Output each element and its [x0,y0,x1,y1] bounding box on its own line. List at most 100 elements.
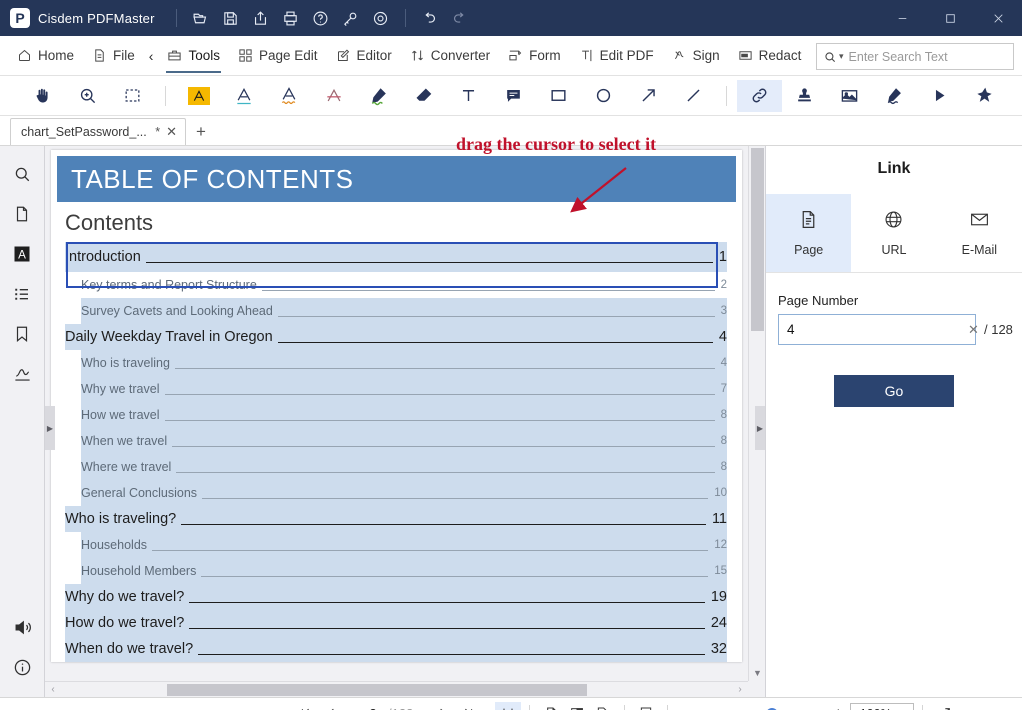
ellipse-shape-icon[interactable] [581,80,626,112]
scrollbar-thumb[interactable] [751,148,764,331]
select-area-icon[interactable] [110,80,155,112]
minimize-button[interactable] [878,0,926,36]
toc-entry[interactable]: General Conclusions 10 [81,480,727,506]
search-panel-icon[interactable] [5,156,39,192]
tab-url[interactable]: URL [851,194,936,272]
speaker-read-aloud-icon[interactable] [6,609,40,645]
underline-text-icon[interactable] [221,80,266,112]
text-panel-icon[interactable]: A [5,236,39,272]
menu-item-edit-pdf[interactable]: Edit PDF [570,36,663,76]
zoom-value-dropdown[interactable]: 100% ⌄ [850,702,915,710]
menu-item-form[interactable]: Form [499,36,570,76]
zoom-tool-icon[interactable] [65,80,110,112]
first-page-icon[interactable] [292,702,318,710]
stamp-icon[interactable] [782,80,827,112]
scrollbar-thumb[interactable] [167,684,587,696]
pdf-page[interactable]: TABLE OF CONTENTS Contents Introduction … [51,150,742,662]
toc-entry[interactable]: How do we travel? 24 [65,610,727,636]
single-page-icon[interactable] [538,702,564,710]
two-page-icon[interactable] [564,702,590,710]
search-dropdown-caret[interactable]: ▾ [839,51,844,62]
menu-item-file[interactable]: File [83,36,144,76]
menu-item-converter[interactable]: Converter [401,36,499,76]
share-icon[interactable] [246,5,276,31]
text-box-icon[interactable] [446,80,491,112]
toc-entry[interactable]: Key terms and Report Structure 2 [81,272,727,298]
search-box[interactable]: ▾ [816,43,1014,70]
outline-panel-icon[interactable] [5,276,39,312]
rectangle-shape-icon[interactable] [536,80,581,112]
zoom-out-button[interactable]: − [684,704,708,710]
key-icon[interactable] [336,5,366,31]
maximize-button[interactable] [926,0,974,36]
right-panel-toggle[interactable]: ▶ [755,406,765,450]
previous-page-icon[interactable] [318,702,344,710]
tab-email[interactable]: E-Mail [937,194,1022,272]
note-comment-icon[interactable] [491,80,536,112]
continuous-scroll-icon[interactable] [495,701,522,710]
toc-entry[interactable]: Introduction 1 [65,242,727,272]
current-page-value[interactable]: 2 [362,706,384,710]
highlight-text-icon[interactable] [176,80,221,112]
help-icon[interactable] [306,5,336,31]
toc-entry[interactable]: When do we travel? 32 [65,636,727,662]
last-page-icon[interactable] [455,702,481,710]
toc-entry[interactable]: How we travel 8 [81,402,727,428]
signature-icon[interactable] [872,80,917,112]
toc-entry[interactable]: Households 12 [81,532,727,558]
undo-icon[interactable] [415,5,445,31]
image-icon[interactable] [827,80,872,112]
toc-entry[interactable]: Why we travel 7 [81,376,727,402]
go-button[interactable]: Go [834,375,954,407]
close-tab-icon[interactable]: ✕ [164,124,179,140]
open-folder-icon[interactable] [186,5,216,31]
zoom-in-button[interactable]: + [826,704,850,710]
book-view-icon[interactable] [590,702,616,710]
toc-entry[interactable]: Survey Cavets and Looking Ahead 3 [81,298,727,324]
toc-entry[interactable]: Who is traveling 4 [81,350,727,376]
menu-item-tools[interactable]: Tools [158,36,229,76]
save-icon[interactable] [216,5,246,31]
redo-icon[interactable] [445,5,475,31]
menu-item-page-edit[interactable]: Page Edit [229,36,327,76]
arrow-shape-icon[interactable] [626,80,671,112]
toc-entry[interactable]: When we travel 8 [81,428,727,454]
document-tab[interactable]: chart_SetPassword_... * ✕ [10,118,186,145]
next-page-icon[interactable] [429,702,455,710]
menu-item-sign[interactable]: Sign [663,36,729,76]
pencil-icon[interactable] [356,80,401,112]
thumbnail-panel-icon[interactable] [5,196,39,232]
print-icon[interactable] [276,5,306,31]
toc-entry[interactable]: Household Members 15 [81,558,727,584]
toc-entry[interactable]: Why do we travel? 19 [65,584,727,610]
new-tab-button[interactable]: + [186,118,216,145]
clear-icon[interactable]: ✕ [964,322,979,338]
page-number-field[interactable]: ✕ [778,314,979,345]
hand-tool-icon[interactable] [20,80,65,112]
line-shape-icon[interactable] [671,80,716,112]
strikethrough-text-icon[interactable] [311,80,356,112]
zoom-slider[interactable] [708,707,826,710]
signature-panel-icon[interactable] [5,356,39,392]
link-tool-icon[interactable] [737,79,782,112]
page-number-input[interactable] [787,322,964,337]
toc-entry[interactable]: Daily Weekday Travel in Oregon 4 [65,324,727,350]
squiggly-text-icon[interactable] [266,80,311,112]
close-button[interactable] [974,0,1022,36]
fit-page-icon[interactable] [633,702,659,710]
fullscreen-icon[interactable] [931,702,957,710]
toc-entry[interactable]: Who is traveling? 11 [65,506,727,532]
target-icon[interactable] [366,5,396,31]
eraser-icon[interactable] [401,80,446,112]
left-panel-toggle[interactable]: ▶ [45,406,55,450]
scroll-right-icon[interactable]: › [732,682,748,697]
menu-item-redact[interactable]: Redact [729,36,811,76]
bookmark-panel-icon[interactable] [5,316,39,352]
scroll-left-icon[interactable]: ‹ [45,682,61,697]
menu-item-home[interactable]: Home [8,36,83,76]
info-icon[interactable] [6,649,40,685]
tab-page[interactable]: Page [766,194,852,272]
media-play-icon[interactable] [917,80,962,112]
scroll-down-icon[interactable]: ▼ [749,664,765,681]
toc-entry[interactable]: Where we travel 8 [81,454,727,480]
